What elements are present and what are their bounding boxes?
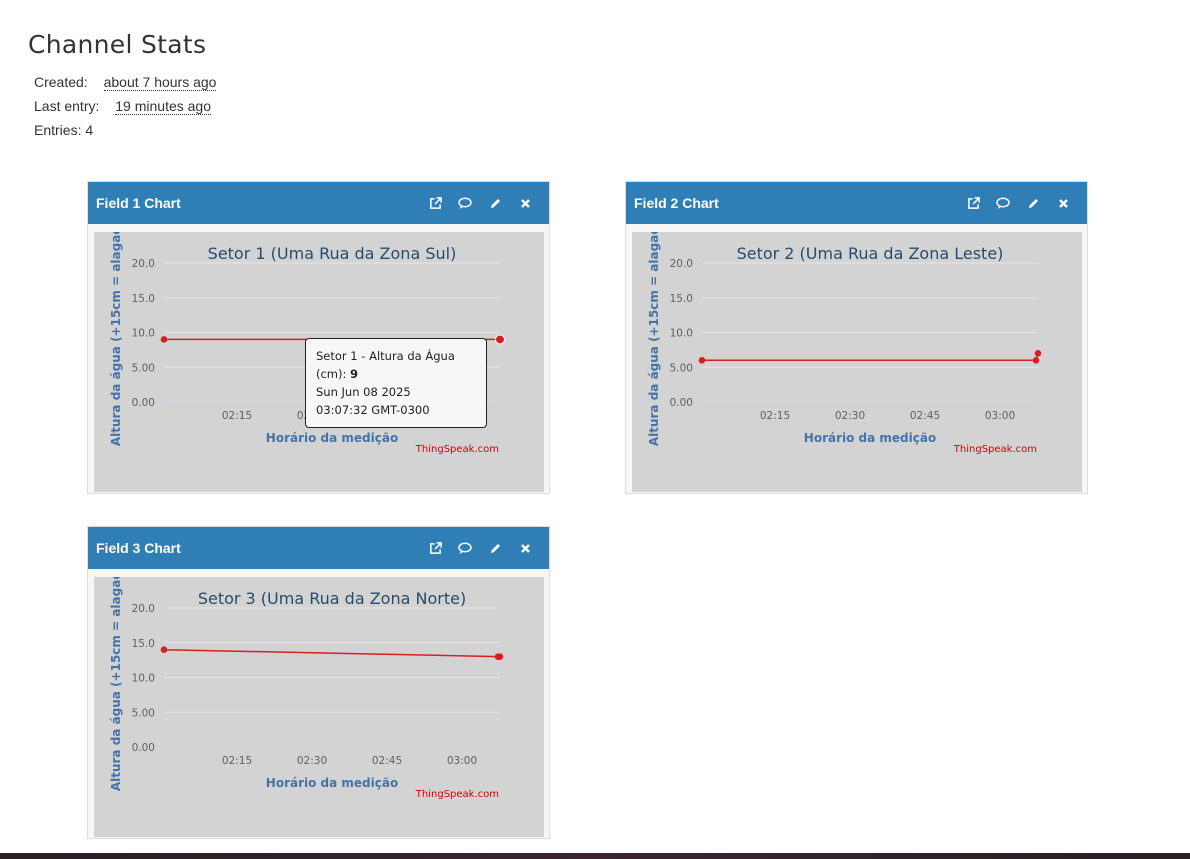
credit-label: ThingSpeak.com xyxy=(415,789,499,800)
taskbar-edge xyxy=(0,853,1190,859)
tooltip-value-row: (cm): 9 xyxy=(316,365,476,383)
card-title: Field 1 Chart xyxy=(96,195,181,211)
close-icon[interactable] xyxy=(515,538,535,558)
close-icon[interactable] xyxy=(515,193,535,213)
y-tick-label: 15.0 xyxy=(132,638,155,650)
x-tick-label: 03:00 xyxy=(985,410,1015,422)
x-tick-label: 02:15 xyxy=(222,410,252,422)
y-tick-label: 20.0 xyxy=(132,603,155,615)
tooltip-series: Setor 1 - Altura da Água xyxy=(316,349,455,363)
y-tick-label: 5.00 xyxy=(132,707,155,719)
x-tick-label: 02:15 xyxy=(760,410,790,422)
external-link-icon[interactable] xyxy=(425,538,445,558)
y-tick-label: 0.00 xyxy=(132,397,155,409)
comment-icon[interactable] xyxy=(455,193,475,213)
last-entry-label: Last entry: xyxy=(34,98,100,114)
card-actions xyxy=(425,193,541,213)
chart-title: Setor 1 (Uma Rua da Zona Sul) xyxy=(208,244,457,263)
credit-label: ThingSpeak.com xyxy=(953,444,1037,455)
close-icon[interactable] xyxy=(1053,193,1073,213)
comment-icon[interactable] xyxy=(993,193,1013,213)
x-axis-label: Horário da medição xyxy=(804,431,936,445)
x-tick-label: 02:30 xyxy=(297,755,327,767)
comment-icon[interactable] xyxy=(455,538,475,558)
tooltip-value: 9 xyxy=(350,367,359,381)
data-point xyxy=(160,336,168,343)
x-tick-label: 02:45 xyxy=(372,755,402,767)
pencil-icon[interactable] xyxy=(485,193,505,213)
chart-tooltip: Setor 1 - Altura da Água (cm): 9 Sun Jun… xyxy=(305,338,487,428)
x-axis-label: Horário da medição xyxy=(266,776,398,790)
y-tick-label: 5.00 xyxy=(132,362,155,374)
card-header: Field 3 Chart xyxy=(88,527,549,569)
x-axis-label: Horário da medição xyxy=(266,431,398,445)
last-entry-value: 19 minutes ago xyxy=(115,98,211,115)
external-link-icon[interactable] xyxy=(425,193,445,213)
y-axis-label: Altura da água (+15cm = alagado xyxy=(647,232,661,446)
pencil-icon[interactable] xyxy=(1023,193,1043,213)
x-tick-label: 02:45 xyxy=(910,410,940,422)
y-tick-label: 0.00 xyxy=(132,742,155,754)
x-tick-label: 02:15 xyxy=(222,755,252,767)
data-point xyxy=(496,653,504,660)
chart-plot[interactable]: Setor 2 (Uma Rua da Zona Leste) 0.00 5.00 1… xyxy=(632,232,1082,492)
data-point xyxy=(1034,350,1042,357)
card-header: Field 1 Chart xyxy=(88,182,549,224)
field-1-chart-card: Field 1 Chart Setor 1 (Uma Rua da Zona S… xyxy=(87,181,550,494)
tooltip-date: Sun Jun 08 2025 xyxy=(316,385,411,399)
card-title: Field 2 Chart xyxy=(634,195,719,211)
external-link-icon[interactable] xyxy=(963,193,983,213)
series-line xyxy=(702,353,1039,362)
y-axis-label: Altura da água (+15cm = alagado xyxy=(109,577,123,791)
page-title: Channel Stats xyxy=(28,30,207,59)
entries-count: Entries: 4 xyxy=(34,122,94,138)
last-entry-row: Last entry: 19 minutes ago xyxy=(34,98,211,115)
chart-title: Setor 3 (Uma Rua da Zona Norte) xyxy=(198,589,466,608)
chart-title: Setor 2 (Uma Rua da Zona Leste) xyxy=(737,244,1004,263)
y-axis-label: Altura da água (+15cm = alagado xyxy=(109,232,123,446)
y-tick-label: 0.00 xyxy=(670,397,693,409)
credit-label: ThingSpeak.com xyxy=(415,444,499,455)
chart-plot[interactable]: Setor 1 (Uma Rua da Zona Sul) 0.00 5.00 10.… xyxy=(94,232,544,492)
data-point xyxy=(1032,357,1040,364)
field-2-chart-card: Field 2 Chart Setor 2 (Uma Rua da Zona L… xyxy=(625,181,1088,494)
created-value: about 7 hours ago xyxy=(103,74,217,91)
created-row: Created: about 7 hours ago xyxy=(34,74,217,91)
y-tick-label: 10.0 xyxy=(670,328,693,340)
y-tick-label: 15.0 xyxy=(132,293,155,305)
data-point xyxy=(160,646,168,653)
x-tick-label: 02:30 xyxy=(835,410,865,422)
data-point xyxy=(495,334,505,345)
x-tick-label: 03:00 xyxy=(447,755,477,767)
data-point xyxy=(698,357,706,364)
y-tick-label: 5.00 xyxy=(670,362,693,374)
card-actions xyxy=(425,538,541,558)
chart-plot[interactable]: Setor 3 (Uma Rua da Zona Norte) 0.00 5.00 1… xyxy=(94,577,544,837)
y-tick-label: 15.0 xyxy=(670,293,693,305)
field-3-chart-card: Field 3 Chart Setor 3 (Uma Rua da Zona N… xyxy=(87,526,550,839)
tooltip-unit: (cm): xyxy=(316,367,351,381)
y-tick-label: 10.0 xyxy=(132,328,155,340)
card-title: Field 3 Chart xyxy=(96,540,181,556)
pencil-icon[interactable] xyxy=(485,538,505,558)
y-tick-label: 20.0 xyxy=(132,258,155,270)
card-actions xyxy=(963,193,1079,213)
y-tick-label: 10.0 xyxy=(132,673,155,685)
series-line xyxy=(163,648,500,658)
y-tick-label: 20.0 xyxy=(670,258,693,270)
card-header: Field 2 Chart xyxy=(626,182,1087,224)
created-label: Created: xyxy=(34,74,88,90)
tooltip-time: 03:07:32 GMT-0300 xyxy=(316,403,430,417)
